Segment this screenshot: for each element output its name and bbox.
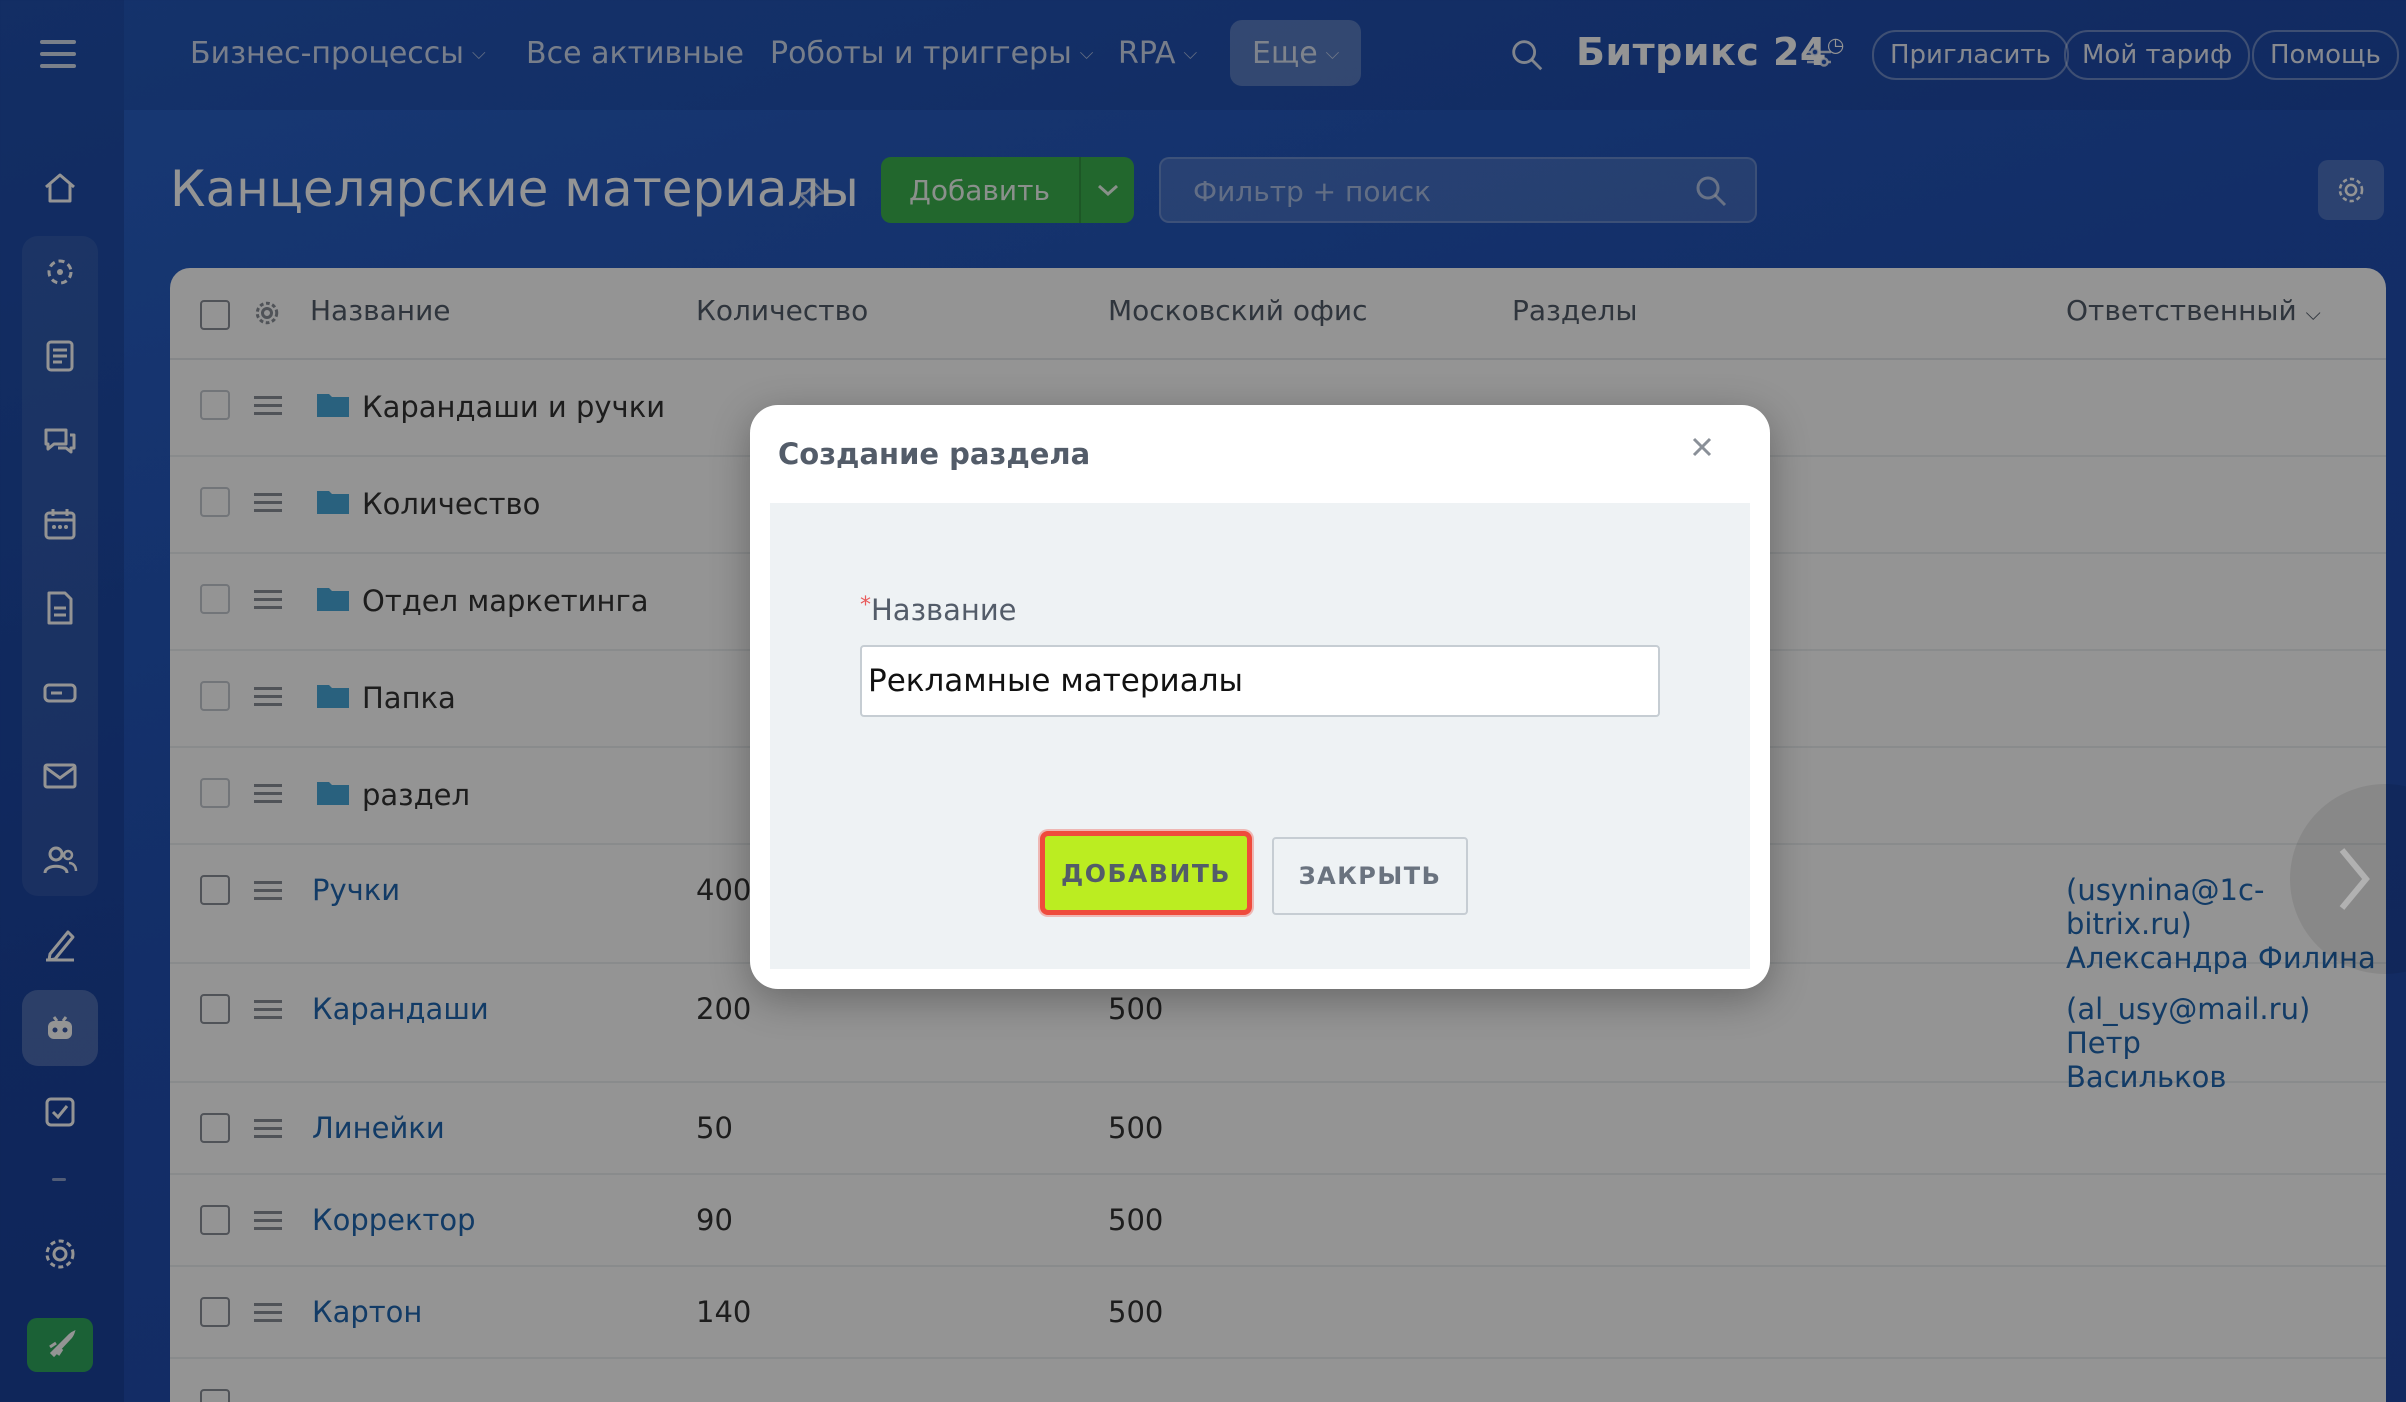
- required-mark: *: [860, 593, 871, 618]
- name-field-label: *Название: [860, 593, 1017, 627]
- create-section-dialog: Создание раздела *Название ДОБАВИТЬ ЗАКР…: [750, 405, 1770, 989]
- chevron-right-icon: [2339, 848, 2370, 910]
- close-icon[interactable]: [1688, 433, 1716, 461]
- close-dialog-button[interactable]: ЗАКРЫТЬ: [1272, 837, 1468, 915]
- name-field-label-text: Название: [871, 593, 1017, 627]
- dialog-body: *Название ДОБАВИТЬ ЗАКРЫТЬ: [770, 503, 1750, 969]
- dialog-title: Создание раздела: [778, 437, 1091, 471]
- add-section-button[interactable]: ДОБАВИТЬ: [1040, 831, 1252, 915]
- section-name-input[interactable]: [860, 645, 1660, 717]
